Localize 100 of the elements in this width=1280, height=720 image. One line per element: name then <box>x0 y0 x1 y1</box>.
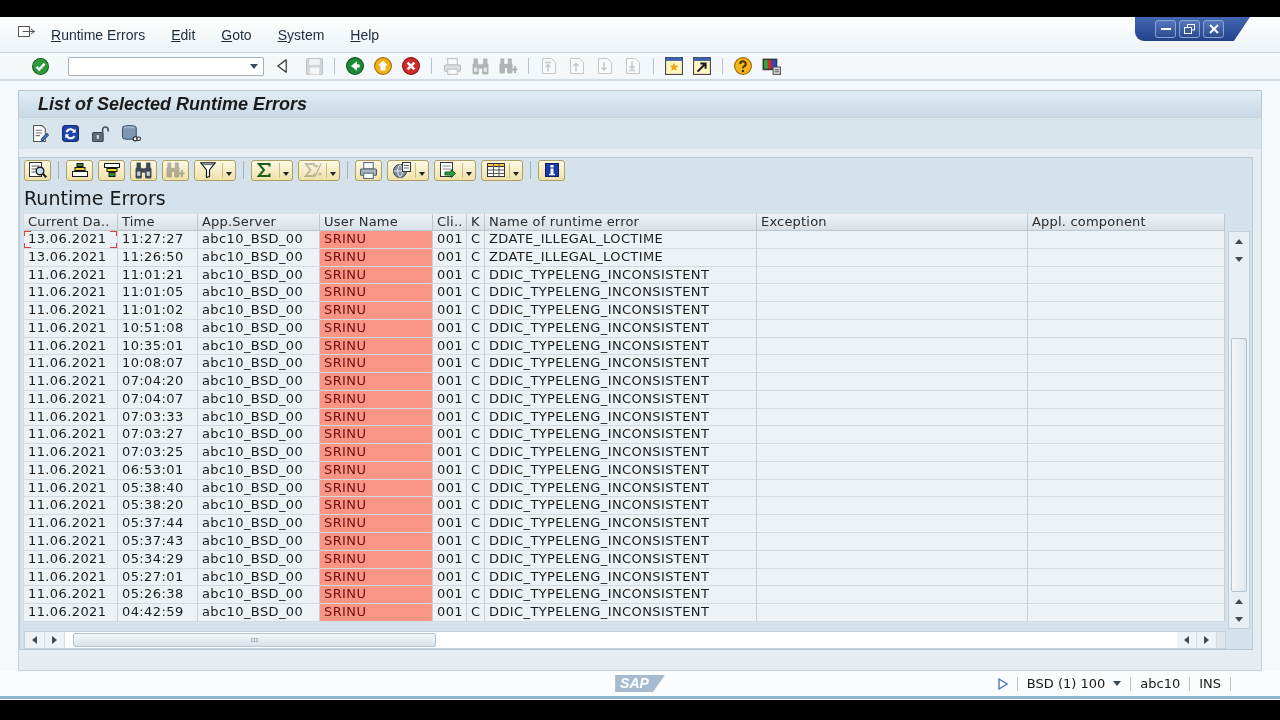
sort-ascending-button[interactable] <box>66 159 93 181</box>
table-cell: C <box>467 231 485 249</box>
filter-button[interactable] <box>194 159 236 181</box>
table-cell: 05:38:20 <box>118 497 198 516</box>
table-cell: C <box>467 373 485 391</box>
column-header[interactable]: Time <box>118 214 198 231</box>
column-header[interactable]: Appl. component <box>1028 214 1225 231</box>
dropdown-caret-icon <box>330 171 336 176</box>
triangle-left-icon[interactable] <box>277 59 287 73</box>
column-header[interactable]: Cli.. <box>433 214 467 231</box>
column-header[interactable]: Current Da.. <box>24 214 118 231</box>
up-arrow-circle-icon[interactable] <box>374 57 392 75</box>
play-triangle-icon[interactable] <box>997 677 1008 690</box>
table-cell: SRINU <box>320 284 433 303</box>
check-icon[interactable] <box>31 57 49 75</box>
down-arrow-icon[interactable] <box>1235 616 1243 622</box>
close-button[interactable] <box>1203 20 1224 38</box>
horizontal-scrollbar[interactable] <box>24 631 1226 649</box>
padlock-icon[interactable] <box>92 125 109 142</box>
grid-title: Runtime Errors <box>24 186 166 209</box>
table-cell: 001 <box>433 373 467 391</box>
dropdown-caret-icon[interactable] <box>1113 681 1122 686</box>
logo: SAP <box>615 675 665 692</box>
refresh-icon[interactable] <box>62 125 79 142</box>
view-button[interactable] <box>387 159 429 181</box>
table-cell: 11.06.2021 <box>24 604 118 622</box>
right-arrow-icon[interactable] <box>1204 636 1209 644</box>
table-cell: abc10_BSD_00 <box>198 533 320 551</box>
vertical-scrollbar[interactable] <box>1228 231 1250 629</box>
scrollbar-thumb[interactable] <box>1231 338 1247 592</box>
column-header[interactable]: Exception <box>757 214 1028 231</box>
menu-item[interactable]: Edit <box>158 24 209 45</box>
scrollbar-thumb[interactable] <box>73 633 436 647</box>
export-button[interactable] <box>434 159 476 181</box>
server-name: abc10 <box>1140 676 1181 691</box>
left-arrow-icon[interactable] <box>1184 636 1189 644</box>
new-window-icon[interactable] <box>665 57 683 75</box>
column-header[interactable]: K <box>467 214 485 231</box>
close-icon <box>1208 24 1219 34</box>
table-cell: abc10_BSD_00 <box>198 231 320 249</box>
table-cell: SRINU <box>320 604 433 622</box>
system-info[interactable]: BSD (1) 100 <box>1026 676 1106 691</box>
dropdown-caret-icon <box>466 171 472 176</box>
table-cell: 11.06.2021 <box>24 497 118 516</box>
table-cell: abc10_BSD_00 <box>198 355 320 374</box>
system-menu-icon[interactable] <box>18 26 36 39</box>
column-header[interactable]: App.Server <box>198 214 320 231</box>
shortcut-icon[interactable] <box>693 57 711 75</box>
dropdown-caret-icon[interactable] <box>250 63 258 69</box>
cancel-icon[interactable] <box>402 57 420 75</box>
binoculars-icon <box>135 161 152 179</box>
column-header[interactable]: Name of runtime error <box>485 214 757 231</box>
left-arrow-icon[interactable] <box>32 636 37 644</box>
table-cell: C <box>467 426 485 445</box>
sort-descending-button[interactable] <box>98 159 125 181</box>
sigma-icon <box>257 163 271 177</box>
table-cell: 11.06.2021 <box>24 444 118 462</box>
table-cell: 11.06.2021 <box>24 533 118 551</box>
find-button[interactable] <box>130 159 157 181</box>
dropdown-caret-icon <box>419 171 425 176</box>
menu-item[interactable]: Runtime Errors <box>38 24 159 45</box>
table-cell: 001 <box>433 355 467 374</box>
color-monitor-icon[interactable] <box>761 57 781 75</box>
table-cell: DDIC_TYPELENG_INCONSISTENT <box>485 355 757 374</box>
info-button[interactable] <box>538 159 565 181</box>
table-cell: DDIC_TYPELENG_INCONSISTENT <box>485 284 757 303</box>
restore-button[interactable] <box>1179 20 1200 38</box>
table-cell: 05:37:44 <box>118 515 198 533</box>
back-icon[interactable] <box>346 57 364 75</box>
up-arrow-icon[interactable] <box>1235 238 1243 244</box>
dropdown-caret-icon <box>283 171 289 176</box>
menu-item[interactable]: Goto <box>208 24 265 45</box>
database-icon[interactable] <box>122 125 141 142</box>
table-cell: abc10_BSD_00 <box>198 497 320 516</box>
table-cell: 001 <box>433 426 467 445</box>
document-edit-icon[interactable] <box>32 125 49 142</box>
layout-button[interactable] <box>481 159 523 181</box>
up-arrow-icon[interactable] <box>1235 598 1243 604</box>
details-button[interactable] <box>24 159 51 181</box>
help-icon[interactable] <box>734 57 752 75</box>
menu-item[interactable]: System <box>264 24 338 45</box>
minimize-button[interactable] <box>1155 20 1176 38</box>
command-field[interactable] <box>68 56 264 76</box>
export-icon <box>440 162 456 178</box>
table-cell: abc10_BSD_00 <box>198 284 320 303</box>
grip-icon <box>251 638 258 642</box>
down-arrow-icon[interactable] <box>1235 256 1243 262</box>
table-cell: 13.06.2021 <box>24 231 118 249</box>
table-cell: DDIC_TYPELENG_INCONSISTENT <box>485 302 757 320</box>
table-cell: C <box>467 533 485 551</box>
table-cell: C <box>467 284 485 303</box>
sum-button[interactable] <box>251 159 293 181</box>
menu-item[interactable]: Help <box>337 24 393 45</box>
sort-ascending-icon <box>71 163 88 177</box>
table-cell: 05:37:43 <box>118 533 198 551</box>
table-layout-icon <box>487 163 505 177</box>
table-cell: C <box>467 497 485 516</box>
print-button[interactable] <box>355 159 382 181</box>
column-header[interactable]: User Name <box>320 214 433 231</box>
right-arrow-icon[interactable] <box>52 636 57 644</box>
